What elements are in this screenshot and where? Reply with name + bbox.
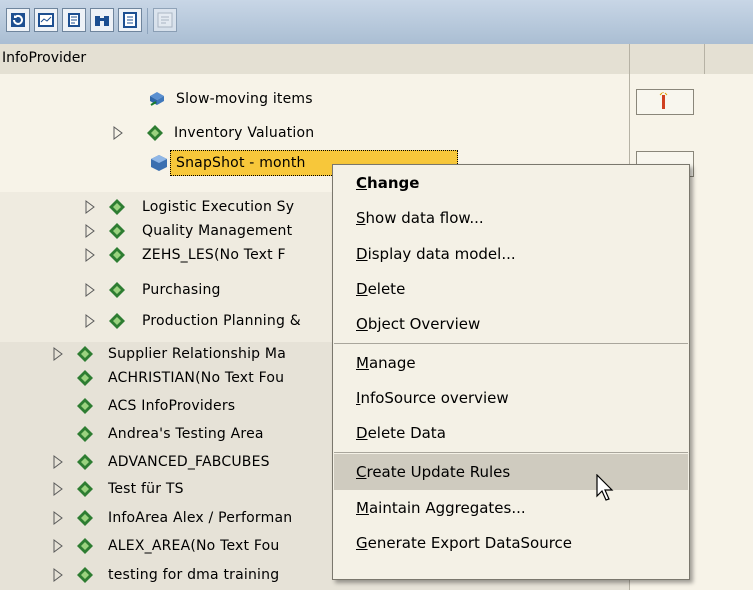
tree-node[interactable]: Slow-moving items [0, 88, 629, 110]
menu-item-create-update-rules[interactable]: Create Update Rules [334, 454, 688, 490]
expand-triangle-icon[interactable] [52, 347, 64, 361]
expand-triangle-icon[interactable] [52, 511, 64, 525]
expand-triangle-icon[interactable] [52, 455, 64, 469]
expand-triangle-icon[interactable] [84, 200, 96, 214]
expand-triangle-icon[interactable] [112, 126, 124, 140]
infoarea-icon [77, 454, 93, 470]
column-header-infoprovider: InfoProvider [2, 50, 87, 66]
info-icon [153, 8, 177, 32]
infoarea-icon [77, 346, 93, 362]
display-icon[interactable] [34, 8, 58, 32]
context-menu: Change Show data flow... Display data mo… [332, 164, 690, 580]
refresh-icon[interactable] [6, 8, 30, 32]
infoarea-icon [77, 481, 93, 497]
find-icon[interactable] [90, 8, 114, 32]
infocube-icon [151, 155, 167, 171]
infoarea-icon [77, 370, 93, 386]
menu-item-object-overview[interactable]: Object Overview [334, 306, 688, 342]
menu-item-show-data-flow[interactable]: Show data flow... [334, 200, 688, 236]
expand-triangle-icon[interactable] [84, 248, 96, 262]
menu-item-delete[interactable]: Delete [334, 271, 688, 307]
infoarea-icon [77, 567, 93, 583]
expand-triangle-icon[interactable] [52, 482, 64, 496]
settings-icon[interactable] [118, 8, 142, 32]
expand-triangle-icon[interactable] [52, 568, 64, 582]
expand-triangle-icon[interactable] [84, 283, 96, 297]
infoarea-icon [109, 247, 125, 263]
menu-separator [334, 343, 688, 344]
menu-item-infosource-overview[interactable]: InfoSource overview [334, 380, 688, 416]
infocube-sync-icon [150, 92, 164, 106]
application-toolbar [0, 0, 753, 45]
expand-triangle-icon[interactable] [84, 224, 96, 238]
script-icon[interactable] [62, 8, 86, 32]
infoarea-icon [109, 199, 125, 215]
menu-item-maintain-aggregates[interactable]: Maintain Aggregates... [334, 490, 688, 526]
expand-triangle-icon[interactable] [84, 314, 96, 328]
menu-item-generate-export-datasource[interactable]: Generate Export DataSource [334, 525, 688, 561]
menu-separator [334, 452, 688, 453]
tree-header: InfoProvider [0, 44, 753, 75]
infoarea-icon [109, 223, 125, 239]
infoarea-icon [109, 282, 125, 298]
infoarea-icon [147, 125, 163, 141]
expand-triangle-icon[interactable] [52, 539, 64, 553]
menu-item-manage[interactable]: Manage [334, 345, 688, 381]
menu-item-change[interactable]: Change [334, 165, 688, 201]
infoarea-icon [77, 398, 93, 414]
mouse-pointer-icon [596, 474, 614, 501]
infoarea-icon [77, 510, 93, 526]
column-divider [704, 44, 705, 74]
row-action-button[interactable] [636, 89, 694, 115]
menu-item-display-data-model[interactable]: Display data model... [334, 236, 688, 272]
menu-item-delete-data[interactable]: Delete Data [334, 415, 688, 451]
tree-node[interactable]: Inventory Valuation [0, 122, 629, 144]
infoarea-icon [77, 426, 93, 442]
infoarea-icon [77, 538, 93, 554]
infoarea-icon [109, 313, 125, 329]
toolbar-separator [147, 8, 148, 34]
